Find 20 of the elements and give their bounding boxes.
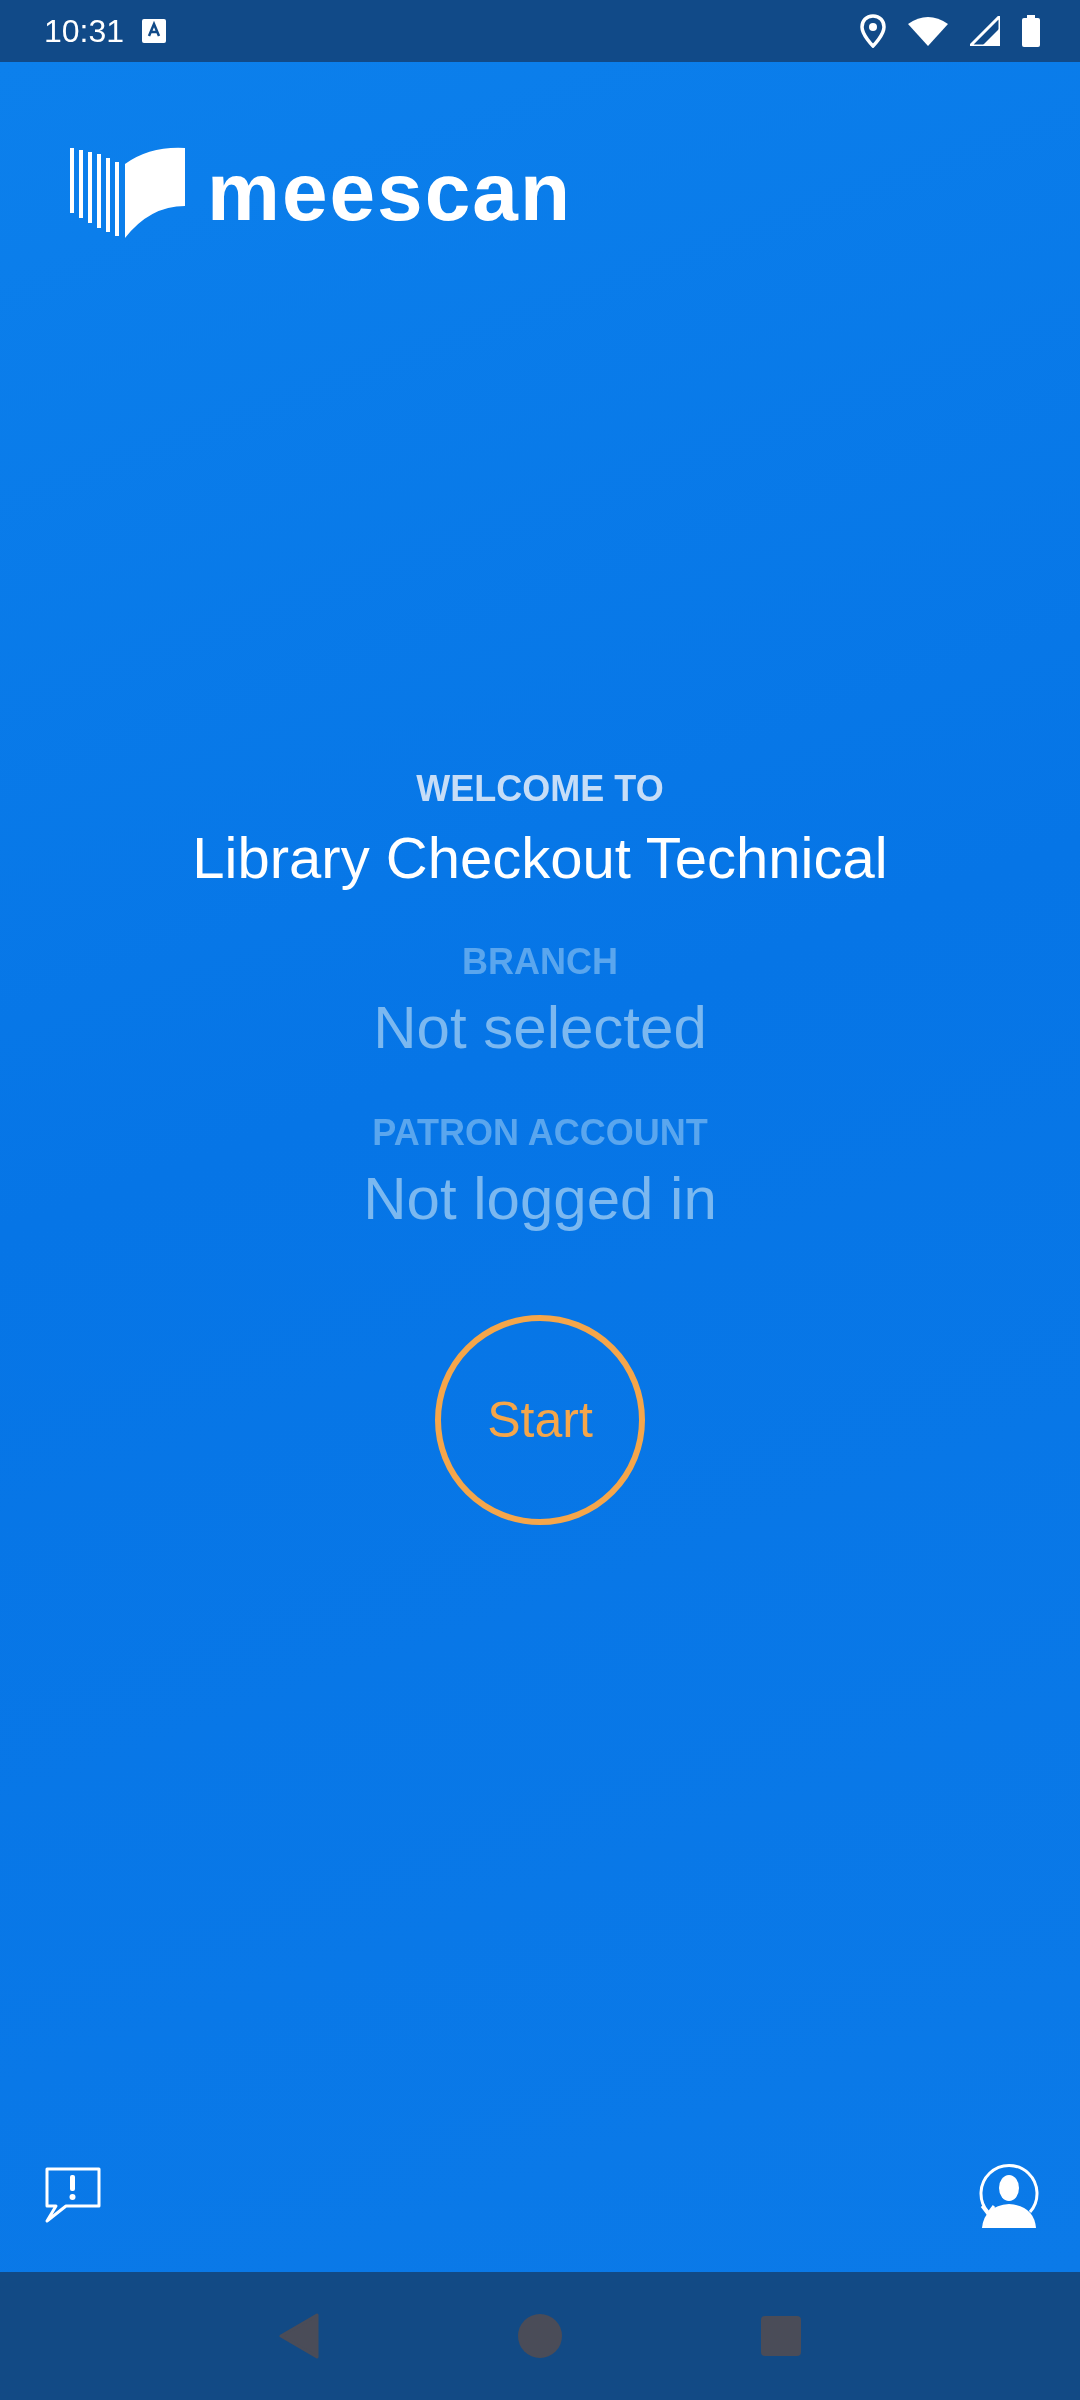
field-label: PATRON ACCOUNT xyxy=(372,1112,708,1154)
field-value: Not selected xyxy=(373,993,707,1062)
welcome-label: WELCOME TO xyxy=(416,768,664,810)
feedback-icon[interactable] xyxy=(44,2166,102,2224)
home-icon[interactable] xyxy=(518,2314,562,2358)
status-time: 10:31 xyxy=(44,12,125,50)
field-label: BRANCH xyxy=(462,941,618,983)
location-icon xyxy=(860,14,886,48)
library-name: Library Checkout Technical xyxy=(192,824,888,891)
wifi-icon xyxy=(908,16,948,46)
logo-text: meescan xyxy=(207,151,573,233)
notification-icon xyxy=(142,19,167,43)
signal-icon xyxy=(970,16,1000,46)
start-button[interactable]: Start xyxy=(435,1315,645,1525)
account-switch-icon[interactable] xyxy=(978,2162,1040,2228)
battery-icon xyxy=(1022,15,1040,47)
recents-icon[interactable] xyxy=(760,2316,801,2356)
back-icon[interactable] xyxy=(279,2313,320,2359)
logo-icon xyxy=(70,146,185,238)
field-value: Not logged in xyxy=(363,1164,717,1233)
